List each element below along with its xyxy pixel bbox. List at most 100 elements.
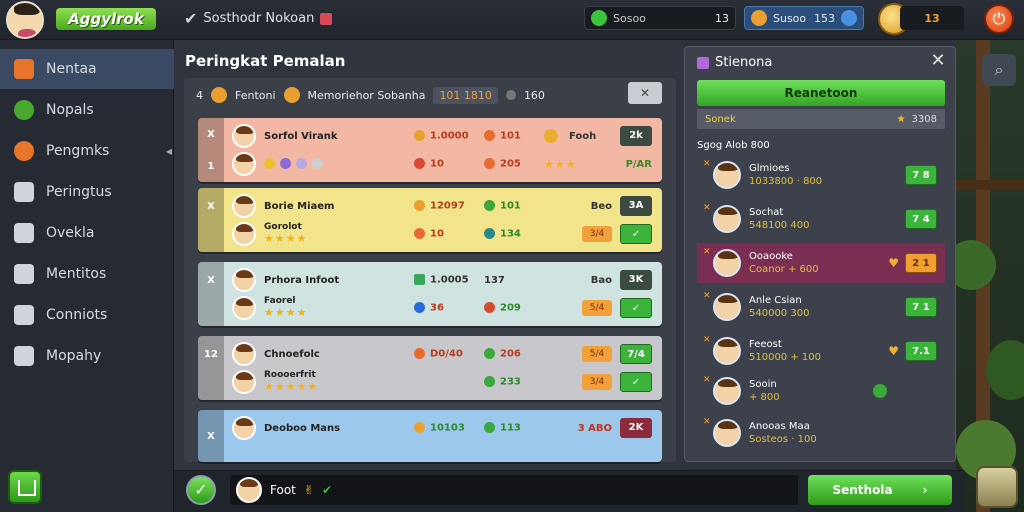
power-icon[interactable]: ⏻ [984, 4, 1014, 34]
rank-badge[interactable]: 2k [620, 126, 652, 146]
heart-icon: ♥ [888, 256, 899, 270]
ranking-list-item-highlighted[interactable]: ✕ Ooaooke Coanor + 600 ♥ 2 1 [697, 243, 945, 283]
leaf-icon [484, 348, 495, 360]
foliage [956, 240, 996, 290]
currency-chip-blue[interactable]: Susoo 153 [744, 6, 864, 30]
player-name: Chnoefolc [264, 348, 320, 360]
collapse-button[interactable]: ✕ [628, 82, 662, 104]
game-logo: Aggylrok [56, 8, 156, 30]
coin-icon [414, 228, 425, 240]
ranking-list-item[interactable]: ✕ Feeost 510000 + 100 ♥ 7.1 [697, 331, 945, 371]
card-strip: X [198, 410, 224, 462]
flame-icon [484, 302, 495, 314]
home-button[interactable] [8, 470, 42, 504]
ranking-sub: 548100 400 [749, 220, 810, 231]
sidebar-item-2[interactable]: Pengmks ◀ [0, 131, 174, 171]
player-name: Borie Miaem [264, 200, 335, 212]
bonus-badge: 3/4 [582, 226, 612, 242]
sidebar-item-4[interactable]: Ovekla [0, 213, 174, 253]
panel-title: Stienona [697, 55, 772, 70]
player-card[interactable]: X Prhora Infoot 1.0005 137 Bao 3K Faorel… [198, 262, 662, 326]
sidebar-item-5[interactable]: Mentitos [0, 254, 174, 294]
gem-icon [312, 158, 323, 170]
ranking-score: 2 1 [905, 253, 937, 273]
sidebar-item-label: Peringtus [46, 184, 112, 200]
close-icon[interactable]: ✕ [929, 51, 947, 71]
search-icon[interactable]: ⌕ [982, 54, 1016, 86]
rank-marker: ✕ [703, 203, 711, 213]
panel-action-button[interactable]: Reanetoon [697, 80, 945, 106]
player-subname: Roooerfrit [264, 370, 316, 380]
chat-input[interactable]: Foot ✌ ✔ [230, 475, 798, 505]
avatar [232, 370, 256, 394]
ranking-list-item[interactable]: ✕ Glmioes 1033800 · 800 7 8 [697, 155, 945, 195]
sidebar-item-0[interactable]: Nentaa [0, 49, 174, 89]
rank-marker: ✕ [703, 335, 711, 345]
panel-title-text: Stienona [715, 55, 773, 70]
character-corner-button[interactable] [976, 466, 1018, 508]
heart-icon: ♥ [888, 344, 899, 358]
currency-chip-green[interactable]: Sosoo 13 [584, 6, 736, 30]
player-card[interactable]: X Deoboo Mans 10103 113 3 ABO 2K [198, 410, 662, 462]
confirm-button[interactable]: ✓ [186, 475, 216, 505]
stat-value: 101 [500, 200, 521, 212]
avatar [713, 377, 741, 405]
leaf-icon [873, 384, 887, 398]
level-stat: 205 [484, 158, 544, 170]
sidebar-item-6[interactable]: Conniots [0, 295, 174, 335]
rank-badge[interactable]: 3A [620, 196, 652, 216]
ranking-list-item[interactable]: ✕ Sooin + 800 [697, 371, 945, 411]
avatar [232, 416, 256, 440]
claim-button[interactable]: ✓ [620, 298, 652, 318]
rank-badge[interactable]: 2K [620, 418, 652, 438]
sidebar-item-1[interactable]: Nopals [0, 90, 174, 130]
sidebar: Nentaa Nopals Pengmks ◀ Peringtus Ovekla… [0, 40, 174, 512]
avatar [713, 205, 741, 233]
panel-subheader: Sonek ★ 3308 [697, 109, 945, 129]
player-card[interactable]: 12 Chnoefolc D0/40 206 5/4 7/4 Roooerfri… [198, 336, 662, 400]
avatar [713, 161, 741, 189]
score-stat: 1.0000 [414, 130, 484, 142]
ranking-list-item[interactable]: ✕ Sochat 548100 400 7 4 [697, 199, 945, 239]
chevron-right-icon: › [922, 483, 928, 497]
rank-badge[interactable]: 3K [620, 270, 652, 290]
star-rating: ★★★★★ [264, 380, 319, 393]
player-title: Faorel ★★★★ [264, 296, 414, 320]
player-avatar[interactable] [6, 1, 44, 39]
player-subname: Faorel [264, 296, 296, 306]
claim-button[interactable]: 7/4 [620, 344, 652, 364]
ranking-score: 7 4 [905, 209, 937, 229]
score-stat: 10 [414, 228, 484, 240]
player-card[interactable]: X Borie Miaem 12097 101 Beo 3A Gorolot ★… [198, 188, 662, 252]
sidebar-item-label: Nopals [46, 102, 94, 118]
send-button[interactable]: Senthola › [808, 475, 952, 505]
avatar [713, 293, 741, 321]
sidebar-item-3[interactable]: Peringtus [0, 172, 174, 212]
ranking-list-item[interactable]: ✕ Anooas Maa Sosteos · 100 [697, 413, 945, 453]
ranking-side-panel: Stienona ✕ Reanetoon Sonek ★ 3308 Sgog A… [684, 46, 956, 462]
stat-value: D0/40 [430, 348, 463, 360]
flame-icon [484, 158, 495, 170]
card-row: Borie Miaem 12097 101 Beo 3A [232, 192, 652, 220]
claim-button[interactable]: ✓ [620, 372, 652, 392]
claim-button[interactable]: ✓ [620, 224, 652, 244]
sidebar-item-7[interactable]: Mopahy [0, 336, 174, 376]
player-card[interactable]: X 1 Sorfol Virank 1.0000 101 Fooh 2k 10 … [198, 118, 662, 182]
avatar [713, 419, 741, 447]
coin-icon [414, 200, 425, 212]
pencil-icon [14, 305, 34, 325]
ranking-name: Anle Csian [749, 295, 802, 306]
player-gems [264, 158, 414, 170]
stat-value: 206 [500, 348, 521, 360]
bottom-bar: ✓ Foot ✌ ✔ Senthola › [174, 470, 964, 512]
stat-value: 10103 [430, 422, 465, 434]
rank-marker: ✕ [703, 291, 711, 301]
ranking-list-item[interactable]: ✕ Anle Csian 540000 300 7 1 [697, 287, 945, 327]
plus-icon[interactable] [841, 10, 857, 26]
ranking-sub: 1033800 · 800 [749, 176, 823, 187]
ranking-sub: 510000 + 100 [749, 352, 821, 363]
stat-value: 101 [500, 130, 521, 142]
ranking-info: Feeost 510000 + 100 [749, 338, 869, 364]
coin-icon [414, 158, 425, 170]
flame-icon [484, 130, 495, 142]
